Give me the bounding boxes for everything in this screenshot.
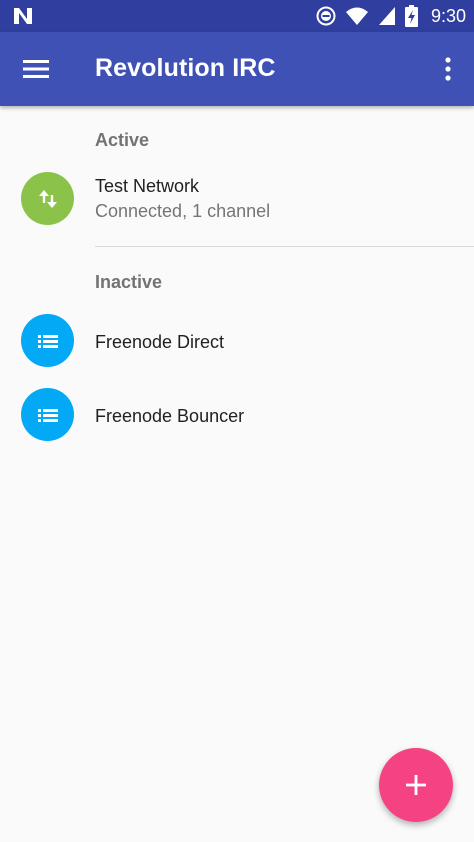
section-header-inactive: Inactive xyxy=(95,272,163,292)
server-item-test-network[interactable]: Test Network Connected, 1 channel xyxy=(0,172,474,228)
list-icon xyxy=(21,314,74,367)
server-name: Test Network xyxy=(95,176,200,196)
server-list: Active Test Network Connected, 1 channel… xyxy=(0,106,474,842)
app-title: Revolution IRC xyxy=(95,54,276,82)
app-bar: Revolution IRC xyxy=(0,32,474,106)
server-name: Freenode Bouncer xyxy=(95,406,245,426)
cell-signal-icon xyxy=(378,6,396,26)
add-server-button[interactable] xyxy=(379,748,453,822)
notification-n-icon xyxy=(12,6,34,26)
server-status: Connected, 1 channel xyxy=(95,201,271,221)
status-time: 9:30 xyxy=(430,5,466,26)
server-name: Freenode Direct xyxy=(95,332,225,352)
more-vert-icon[interactable] xyxy=(440,54,456,84)
swap-vert-icon xyxy=(21,172,74,225)
hamburger-menu-icon[interactable] xyxy=(22,56,50,82)
add-icon xyxy=(406,775,426,795)
section-header-active: Active xyxy=(95,130,150,150)
wifi-icon xyxy=(345,6,369,26)
list-icon xyxy=(21,388,74,441)
battery-charging-icon xyxy=(404,5,418,27)
server-item-freenode-direct[interactable]: Freenode Direct xyxy=(0,314,474,370)
section-divider xyxy=(95,246,474,247)
server-item-freenode-bouncer[interactable]: Freenode Bouncer xyxy=(0,388,474,444)
status-bar: 9:30 xyxy=(0,0,474,32)
do-not-disturb-icon xyxy=(316,6,336,26)
